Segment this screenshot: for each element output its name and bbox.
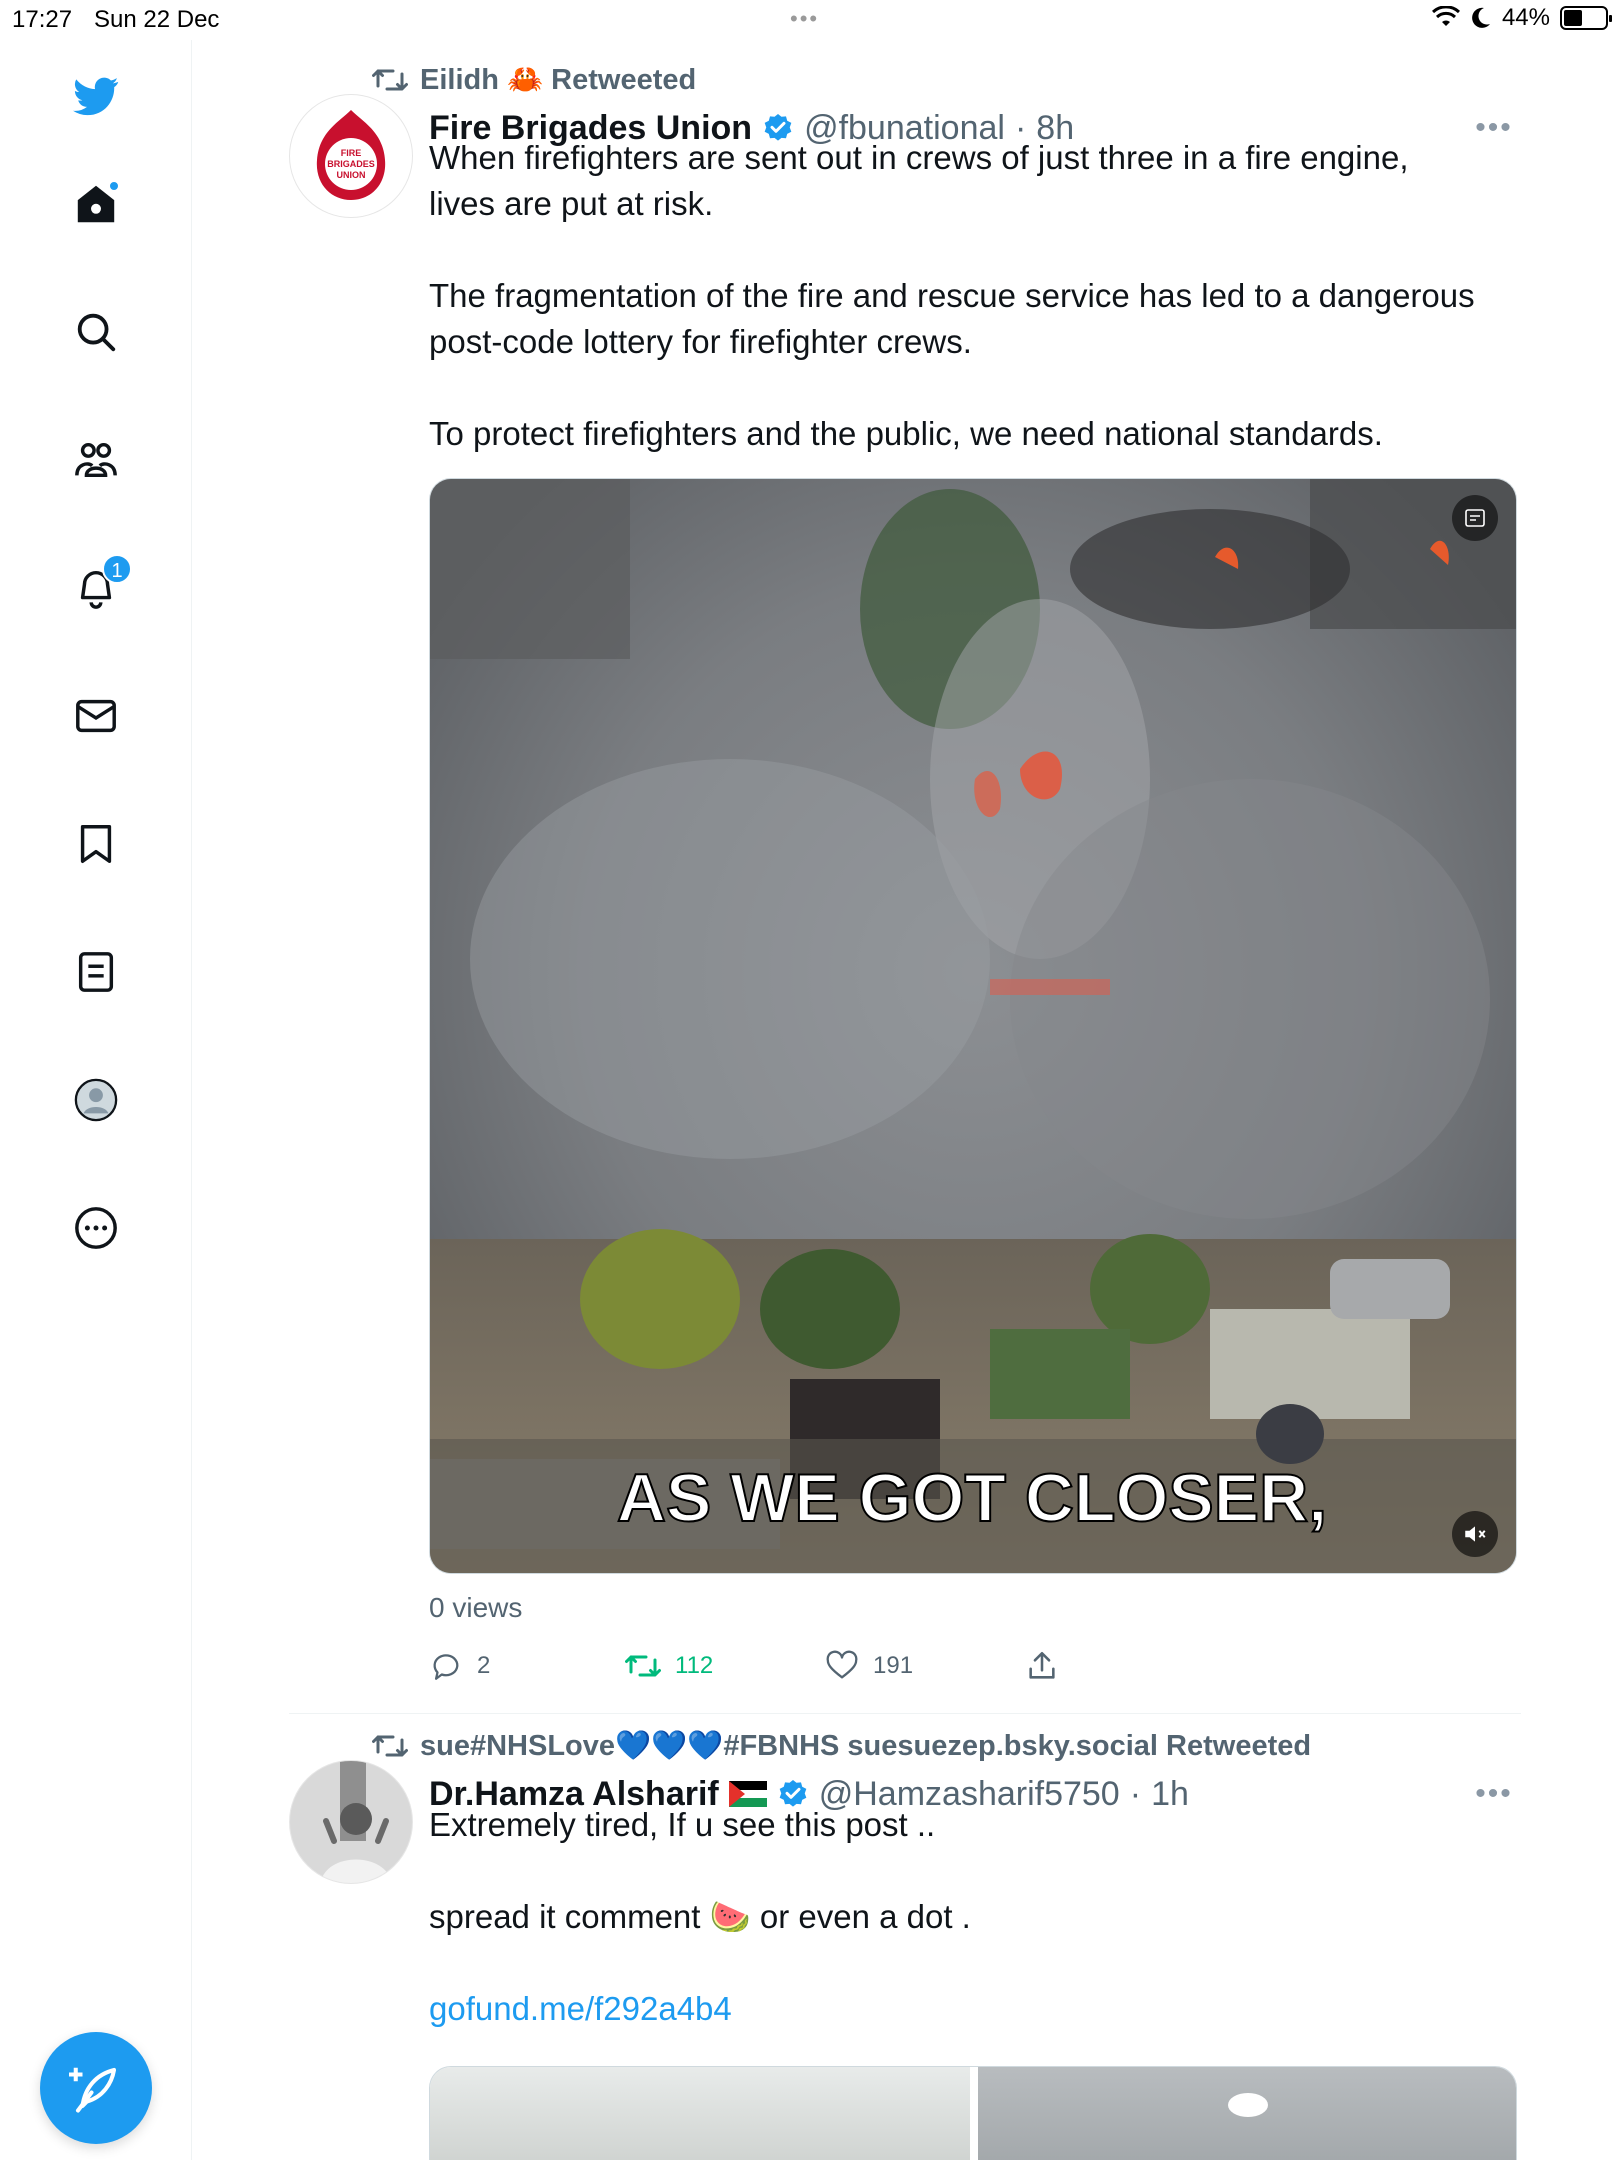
retweet-icon [372, 69, 408, 91]
retweet-icon [372, 1735, 408, 1757]
video-view-count: 0 views [429, 1592, 523, 1623]
retweet-icon [625, 1655, 661, 1677]
profile-avatar-icon [74, 1078, 118, 1122]
battery-icon [1560, 6, 1612, 30]
status-date: Sun 22 Dec [94, 6, 220, 33]
compose-feather-icon [69, 2067, 117, 2113]
like-button[interactable]: 191 [825, 1644, 913, 1688]
reply-icon [433, 1654, 459, 1680]
nav-bookmarks[interactable] [66, 814, 126, 874]
share-icon [1029, 1651, 1055, 1679]
retweet-context-label: sue#NHSLove💙💙💙#FBNHS suesuezep.bsky.soci… [420, 1730, 1312, 1762]
tweet-text-line: To protect firefighters and the public, … [429, 415, 1383, 452]
tweet-video[interactable]: AS WE GOT CLOSER, [429, 478, 1517, 1574]
svg-text:BRIGADES: BRIGADES [327, 159, 375, 169]
tweet-image-grid[interactable] [429, 2066, 1517, 2160]
header-separator: · [1129, 1774, 1142, 1813]
mute-toggle-icon[interactable] [1452, 1511, 1498, 1557]
tweet-text-line: lives are put at risk. [429, 185, 714, 222]
nav-messages[interactable] [66, 686, 126, 746]
battery-percentage: 44% [1501, 4, 1550, 31]
multitasking-dots-icon[interactable]: ••• [790, 6, 819, 32]
more-circle-icon [75, 1207, 117, 1249]
home-unread-dot [108, 180, 120, 192]
tweet-text-line: Extremely tired, If u see this post .. [429, 1806, 936, 1843]
notifications-badge: 1 [102, 554, 132, 584]
svg-text:UNION: UNION [337, 170, 366, 180]
nav-home[interactable] [66, 174, 126, 234]
fire-brigades-union-logo: FIRE BRIGADES UNION [316, 110, 386, 200]
retweet-context-label: Eilidh 🦀 Retweeted [420, 64, 697, 96]
tweet-text-line: When firefighters are sent out in crews … [429, 139, 1409, 176]
tweet-text-line: post-code lottery for firefighter crews. [429, 323, 972, 360]
author-avatar[interactable] [289, 1760, 413, 1884]
bird-icon [73, 77, 119, 116]
search-icon [77, 313, 116, 352]
status-time: 17:27 [12, 6, 73, 33]
bookmark-icon [80, 825, 112, 863]
retweet-count: 112 [675, 1652, 714, 1679]
tweet-more-options-icon[interactable]: ••• [1469, 1774, 1519, 1814]
share-button[interactable] [1025, 1644, 1059, 1688]
retweet-button[interactable]: 112 [625, 1644, 713, 1688]
tweet-timestamp[interactable]: 1h [1151, 1775, 1189, 1814]
timeline-feed: Eilidh 🦀 Retweeted FIRE BRIGADES UNION F… [193, 40, 1620, 2160]
sidebar: 1 [0, 40, 192, 2160]
tweet-more-options-icon[interactable]: ••• [1469, 108, 1519, 148]
status-indicators: 44% [1431, 4, 1612, 32]
video-frame-aerial-fire: AS WE GOT CLOSER, [430, 479, 1516, 1573]
nav-profile[interactable] [66, 1070, 126, 1130]
status-bar: 17:27 Sun 22 Dec ••• 44% [0, 0, 1620, 40]
tweet-image-1[interactable] [430, 2067, 970, 2160]
nav-notifications[interactable]: 1 [66, 554, 132, 618]
heart-icon [826, 1650, 858, 1679]
tweet-actions: 2 112 191 [429, 1644, 1069, 1688]
tweet-link[interactable]: gofund.me/f292a4b4 [429, 1986, 732, 2032]
tweet-image-2[interactable] [978, 2067, 1516, 2160]
svg-text:FIRE: FIRE [341, 148, 362, 158]
reply-count: 2 [477, 1652, 491, 1679]
nav-more[interactable] [66, 1198, 126, 1258]
envelope-icon [76, 699, 116, 733]
tweet-divider [289, 1713, 1521, 1714]
communities-icon [75, 442, 117, 478]
nav-lists[interactable] [66, 942, 126, 1002]
compose-post-button[interactable] [40, 2032, 152, 2144]
tweet-text-line: spread it comment 🍉 or even a dot . [429, 1898, 971, 1935]
retweet-context[interactable]: Eilidh 🦀 Retweeted [372, 58, 696, 102]
nav-search[interactable] [66, 302, 126, 362]
moon-icon [1472, 7, 1490, 28]
like-count: 191 [873, 1652, 914, 1679]
reply-button[interactable]: 2 [429, 1644, 490, 1688]
twitter-logo-icon[interactable] [66, 66, 126, 126]
nav-communities[interactable] [66, 430, 126, 490]
wifi-icon [1431, 6, 1460, 26]
video-caption: AS WE GOT CLOSER, [617, 1460, 1327, 1536]
video-alt-settings-icon[interactable] [1452, 495, 1498, 541]
tweet-text-line: The fragmentation of the fire and rescue… [429, 277, 1475, 314]
list-icon [78, 952, 114, 992]
retweet-context[interactable]: sue#NHSLove💙💙💙#FBNHS suesuezep.bsky.soci… [372, 1724, 1311, 1768]
author-photo [290, 1761, 412, 1883]
author-avatar[interactable]: FIRE BRIGADES UNION [289, 94, 413, 218]
